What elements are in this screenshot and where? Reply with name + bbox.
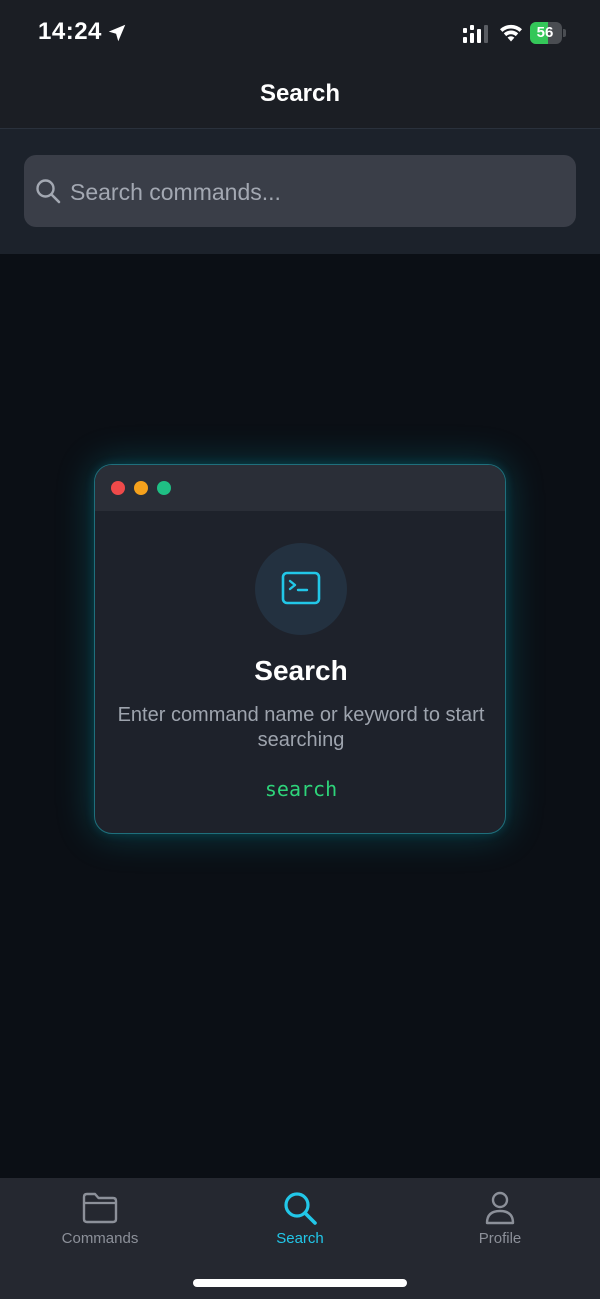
tab-profile[interactable]: Profile xyxy=(400,1178,600,1268)
top-bar: 14:24 56 Search xyxy=(0,0,600,128)
window-close-dot xyxy=(111,481,125,495)
empty-state-description: Enter command name or keyword to start s… xyxy=(117,704,485,751)
battery-cap xyxy=(563,29,566,37)
search-input[interactable] xyxy=(68,155,568,229)
person-icon xyxy=(485,1191,515,1225)
search-box[interactable] xyxy=(24,155,576,229)
tab-label-profile: Profile xyxy=(478,1230,522,1247)
window-maximize-dot xyxy=(157,481,171,495)
tab-bar: Commands Search Profile xyxy=(0,1178,600,1299)
home-indicator xyxy=(193,1279,407,1287)
empty-state-title: Search xyxy=(254,655,348,686)
signal-icon xyxy=(463,25,488,43)
tab-commands[interactable]: Commands xyxy=(0,1178,200,1268)
empty-state-card: Search Enter command name or keyword to … xyxy=(94,464,506,834)
window-minimize-dot xyxy=(134,481,148,495)
battery-icon: 56 xyxy=(530,22,562,44)
search-area xyxy=(0,128,600,254)
search-icon xyxy=(284,1192,317,1225)
terminal-icon xyxy=(281,571,321,605)
app-screen: 14:24 56 Search Search commands... Searc… xyxy=(0,0,600,1299)
tab-label-commands: Commands xyxy=(61,1230,139,1247)
battery-percentage: 56 xyxy=(536,24,554,41)
page-title: Search xyxy=(259,80,341,107)
battery-indicator: 56 xyxy=(530,22,566,44)
status-time: 14:24 xyxy=(38,18,102,45)
wifi-icon xyxy=(500,24,522,42)
location-arrow-icon xyxy=(108,24,126,42)
terminal-icon-badge xyxy=(255,543,347,635)
folder-icon xyxy=(82,1192,118,1224)
tab-label-search: Search xyxy=(276,1230,324,1247)
card-window-titlebar xyxy=(95,465,505,511)
search-icon xyxy=(36,179,61,204)
tab-search[interactable]: Search xyxy=(200,1178,400,1268)
empty-state-code: search xyxy=(264,777,338,801)
